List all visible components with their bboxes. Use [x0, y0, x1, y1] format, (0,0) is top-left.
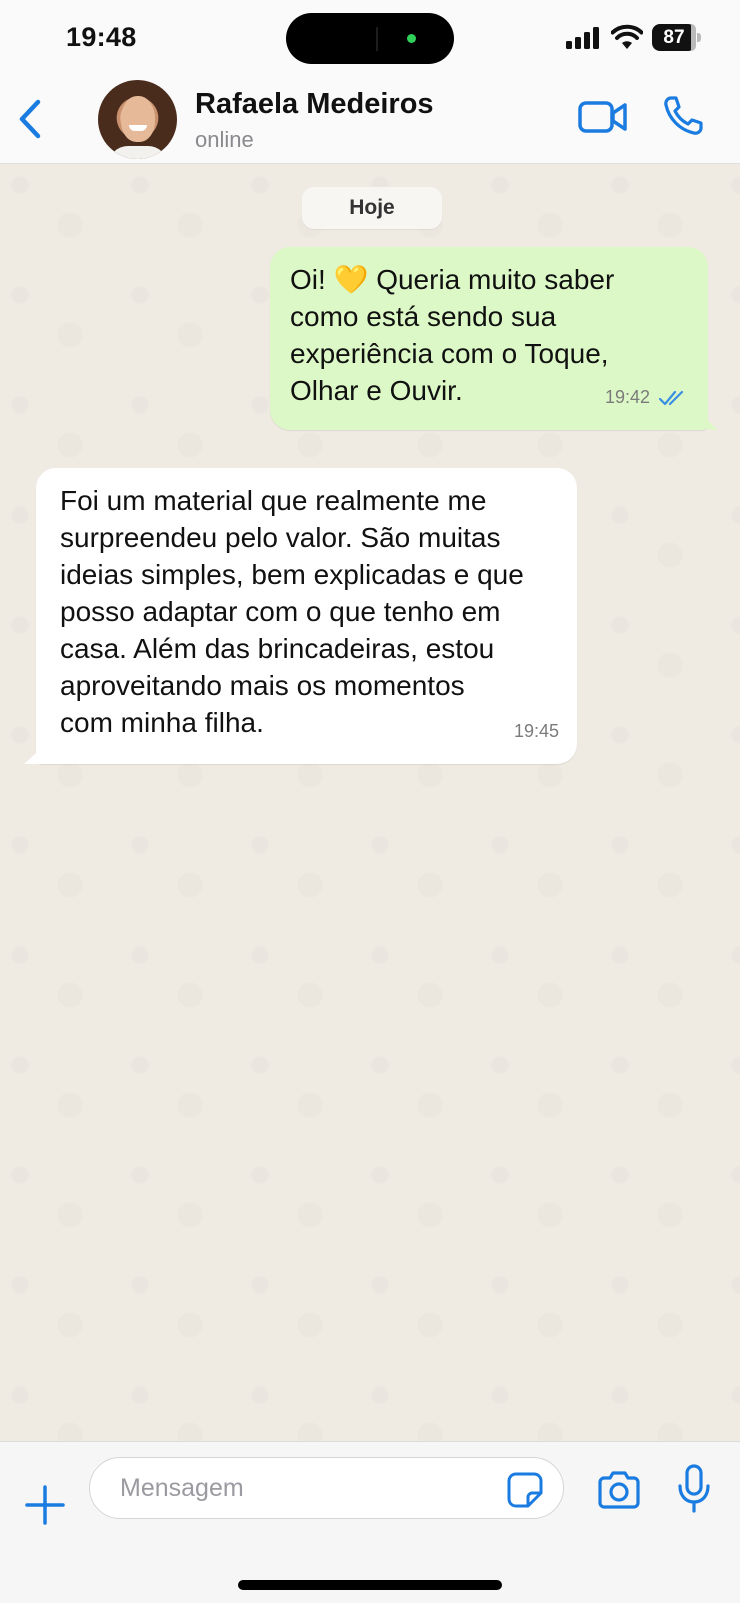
chat-header: Rafaela Medeiros online — [0, 78, 740, 164]
message-composer: Mensagem — [0, 1441, 740, 1603]
message-meta: 19:42 — [605, 379, 688, 416]
contact-name[interactable]: Rafaela Medeiros — [195, 88, 434, 121]
cellular-signal-icon — [566, 27, 599, 49]
message-meta: 19:45 — [514, 713, 559, 750]
camera-icon[interactable] — [596, 1471, 642, 1509]
message-input[interactable]: Mensagem — [89, 1457, 564, 1519]
microphone-icon[interactable] — [676, 1464, 712, 1514]
battery-level: 87 — [663, 27, 685, 48]
message-time: 19:42 — [604, 387, 650, 407]
status-bar: 19:48 87 — [0, 0, 740, 78]
top-area: 19:48 87 Rafaela Medeiros online — [0, 0, 740, 164]
wifi-icon — [611, 24, 643, 49]
date-separator: Hoje — [302, 187, 442, 229]
contact-status: online — [195, 127, 254, 152]
battery-indicator: 87 — [652, 24, 701, 51]
contact-avatar[interactable] — [98, 80, 177, 159]
sticker-icon[interactable] — [506, 1471, 544, 1509]
double-check-read-icon — [658, 390, 684, 405]
outgoing-message[interactable]: Oi! 💛 Queria muito saber como está sendo… — [270, 247, 708, 430]
camera-indicator-dot — [407, 34, 416, 43]
incoming-message[interactable]: Foi um material que realmente me surpree… — [36, 468, 577, 764]
back-chevron-icon[interactable] — [16, 98, 46, 140]
video-call-icon[interactable] — [578, 98, 628, 136]
battery-cap — [697, 33, 701, 42]
plus-icon[interactable] — [24, 1484, 66, 1526]
home-indicator — [238, 1580, 502, 1590]
island-separator — [376, 27, 378, 51]
message-placeholder: Mensagem — [120, 1474, 244, 1502]
voice-call-icon[interactable] — [662, 95, 704, 137]
message-time: 19:45 — [513, 721, 559, 741]
message-text: Foi um material que realmente me surpree… — [60, 485, 524, 738]
status-time: 19:48 — [66, 22, 137, 52]
dynamic-island — [286, 13, 454, 64]
chat-area[interactable]: Hoje Oi! 💛 Queria muito saber como está … — [0, 165, 740, 1441]
battery-body: 87 — [652, 24, 696, 51]
